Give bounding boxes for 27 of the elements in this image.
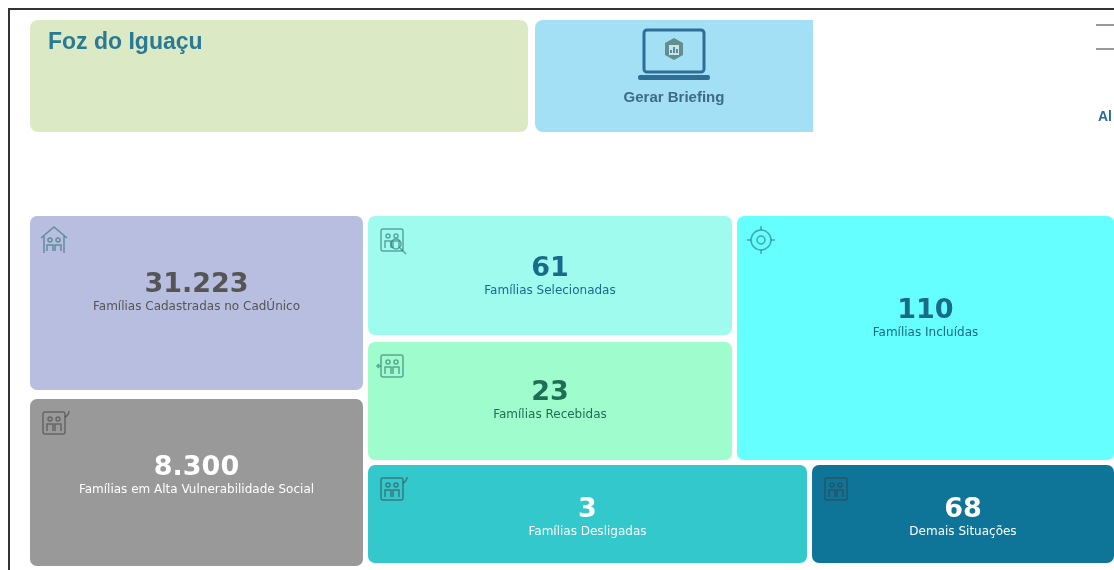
stat-label: Famílias em Alta Vulnerabilidade Social xyxy=(78,481,315,497)
briefing-button[interactable]: Gerar Briefing xyxy=(535,20,813,132)
stat-label: Demais Situações xyxy=(909,523,1017,539)
stat-label: Famílias Selecionadas xyxy=(484,282,616,298)
stat-tile[interactable]: 68 Demais Situações xyxy=(812,465,1114,563)
family-icon xyxy=(38,224,70,256)
menu-icon[interactable] xyxy=(1096,24,1114,50)
stat-value: 68 xyxy=(944,493,982,523)
stat-label: Famílias Desligadas xyxy=(528,523,647,539)
stat-value: 110 xyxy=(897,294,954,324)
stat-tile[interactable]: 23 Famílias Recebidas xyxy=(368,341,732,460)
stat-value: 23 xyxy=(531,375,569,406)
stat-value: 8.300 xyxy=(153,451,240,481)
stat-value: 31.223 xyxy=(144,268,249,298)
stat-tile[interactable]: 8.300 Famílias em Alta Vulnerabilidade Social xyxy=(30,399,363,566)
city-title: Foz do Iguaçu xyxy=(48,28,203,54)
stat-label: Famílias Recebidas xyxy=(493,405,607,422)
stat-tile[interactable]: 31.223 Famílias Cadastradas no CadÚnico xyxy=(30,216,363,390)
stat-label: Famílias Incluídas xyxy=(872,324,979,340)
stat-label: Famílias Cadastradas no CadÚnico xyxy=(93,298,300,314)
stat-value: 3 xyxy=(578,493,597,523)
side-label: Al xyxy=(1098,108,1112,124)
stat-value: 61 xyxy=(531,252,569,282)
laptop-chart-icon xyxy=(638,26,710,82)
target-icon xyxy=(745,224,777,256)
stat-tile[interactable]: 61 Famílias Selecionadas xyxy=(368,216,732,335)
stat-tile[interactable]: 110 Famílias Incluídas xyxy=(737,216,1114,460)
